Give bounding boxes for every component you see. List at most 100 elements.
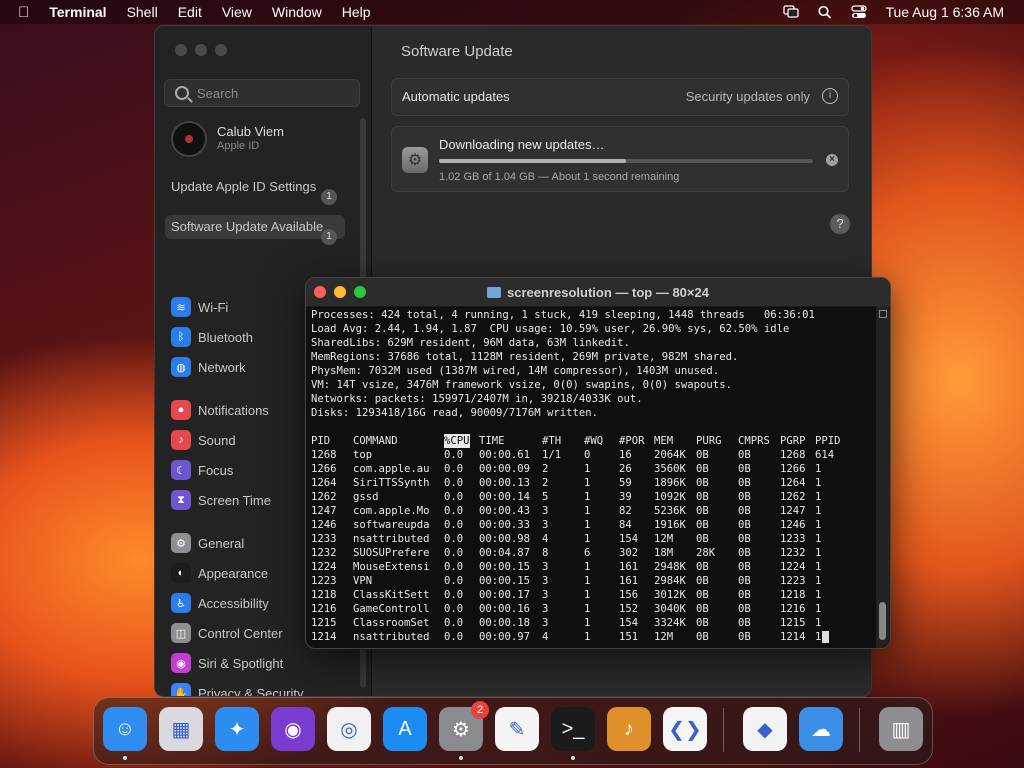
visual-studio-icon[interactable]: ◆ <box>743 707 787 751</box>
launchpad-icon[interactable]: ▦ <box>159 707 203 751</box>
process-cell: 0B <box>738 449 751 461</box>
process-cell: 1224 <box>311 561 337 573</box>
terminal-scrollbar[interactable] <box>876 306 890 648</box>
sidebar-item-software-update-available[interactable]: Software Update Available 1 <box>165 215 345 245</box>
process-cell: 1 <box>584 617 591 629</box>
menu-window[interactable]: Window <box>272 4 322 20</box>
finder-icon[interactable]: ☺ <box>103 707 147 751</box>
automatic-updates-row[interactable]: Automatic updates Security updates only … <box>391 78 849 116</box>
terminal-summary-line: Processes: 424 total, 4 running, 1 stuck… <box>311 309 815 321</box>
screen-mirroring-icon[interactable] <box>783 5 800 19</box>
sidebar-item-siri-spotlight[interactable]: ◉ Siri & Spotlight <box>171 652 283 674</box>
process-cell: 00:00.17 <box>479 589 531 601</box>
process-cell: 1214 <box>780 631 806 643</box>
column-header: COMMAND <box>353 435 398 447</box>
apple-menu-icon[interactable]:  <box>18 4 29 21</box>
process-cell: nsattributed <box>353 533 430 545</box>
process-cell: 3 <box>542 575 549 587</box>
process-cell: com.apple.Mo <box>353 505 430 517</box>
safari-icon[interactable]: ✦ <box>215 707 259 751</box>
download-status: 1.02 GB of 1.04 GB — About 1 second rema… <box>439 171 680 183</box>
process-cell: 156 <box>619 589 639 601</box>
sidebar-item-update-apple-id[interactable]: Update Apple ID Settings 1 <box>165 175 345 205</box>
trash-icon[interactable]: ▥ <box>879 707 923 751</box>
weather-icon[interactable]: ☁ <box>799 707 843 751</box>
terminal-summary-line: SharedLibs: 629M resident, 96M data, 63M… <box>311 337 630 349</box>
terminal-summary-line: MemRegions: 37686 total, 1128M resident,… <box>311 351 739 363</box>
sidebar-item-label: Accessibility <box>198 595 269 611</box>
sidebar-item-sound[interactable]: ♪ Sound <box>171 429 236 451</box>
process-cell: 00:00.18 <box>479 617 531 629</box>
sidebar-item-notifications[interactable]: ● Notifications <box>171 399 269 421</box>
sidebar-item-general[interactable]: ⚙ General <box>171 532 244 554</box>
zoom-button-inactive[interactable] <box>215 44 227 56</box>
gear-icon: ⚙ <box>171 533 191 553</box>
process-cell: 0.0 <box>444 491 464 503</box>
menu-app-name[interactable]: Terminal <box>49 4 106 20</box>
menu-shell[interactable]: Shell <box>127 4 158 20</box>
minimize-button-inactive[interactable] <box>195 44 207 56</box>
terminal-summary-line: VM: 14T vsize, 3476M framework vsize, 0(… <box>311 379 732 391</box>
info-icon[interactable]: i <box>822 88 838 104</box>
menu-edit[interactable]: Edit <box>178 4 202 20</box>
terminal-output[interactable]: Processes: 424 total, 4 running, 1 stuck… <box>311 308 871 644</box>
cancel-download-icon[interactable]: × <box>826 154 838 166</box>
sidebar-item-label: Appearance <box>198 565 269 581</box>
process-cell: 1233 <box>311 533 337 545</box>
help-button[interactable]: ? <box>830 214 850 234</box>
process-cell: 0B <box>696 617 709 629</box>
firefox-icon[interactable]: ◉ <box>271 707 315 751</box>
settings-search-input[interactable]: Search <box>164 79 360 107</box>
notice-label: Software Update Available <box>171 219 324 234</box>
process-cell: 1 <box>584 631 591 643</box>
sidebar-item-wi-fi[interactable]: ≋ Wi-Fi <box>171 296 228 318</box>
terminal-summary-line: Networks: packets: 159971/2407M in, 3921… <box>311 393 643 405</box>
process-cell: 00:00.15 <box>479 575 531 587</box>
vscode-icon[interactable]: ❮❯ <box>663 707 707 751</box>
process-cell: 1 <box>584 575 591 587</box>
process-cell: 1 <box>584 533 591 545</box>
sidebar-item-accessibility[interactable]: ♿ Accessibility <box>171 592 269 614</box>
sidebar-item-label: Focus <box>198 462 234 478</box>
textedit-icon[interactable]: ✎ <box>495 707 539 751</box>
sidebar-item-privacy-security[interactable]: ✋ Privacy & Security <box>171 682 303 696</box>
process-cell: 18M <box>654 547 674 559</box>
menu-view[interactable]: View <box>222 4 252 20</box>
process-cell: 1266 <box>311 463 337 475</box>
process-cell: MouseExtensi <box>353 561 430 573</box>
menu-help[interactable]: Help <box>342 4 371 20</box>
garageband-icon[interactable]: ♪ <box>607 707 651 751</box>
terminal-icon[interactable]: >_ <box>551 707 595 751</box>
process-cell: 3324K <box>654 617 686 629</box>
process-row: 1262 gssd 0.0 00:00.14 5 1 39 1092K 0B 0B 1262 1 <box>311 490 871 504</box>
terminal-titlebar[interactable]: screenresolution — top — 80×24 <box>306 278 890 307</box>
notice-label: Update Apple ID Settings <box>171 179 317 194</box>
system-settings-icon[interactable]: ⚙ 2 <box>439 701 489 751</box>
terminal-scroll-thumb[interactable] <box>879 602 886 640</box>
terminal-summary-line: Disks: 1293418/16G read, 90009/7176M wri… <box>311 407 599 419</box>
spotlight-search-icon[interactable] <box>817 5 833 19</box>
menu-clock[interactable]: Tue Aug 1 6:36 AM <box>885 4 1004 20</box>
chrome-icon[interactable]: ◎ <box>327 707 371 751</box>
process-row: 1224 MouseExtensi 0.0 00:00.15 3 1 161 2948K 0B 0… <box>311 560 871 574</box>
process-cell: 0B <box>696 519 709 531</box>
scroll-top-icon[interactable] <box>879 310 887 318</box>
close-button-inactive[interactable] <box>175 44 187 56</box>
process-cell: 0.0 <box>444 505 464 517</box>
folder-icon <box>487 287 502 298</box>
account-avatar[interactable] <box>171 121 207 157</box>
sidebar-item-bluetooth[interactable]: ᛒ Bluetooth <box>171 326 253 348</box>
automatic-updates-value: Security updates only <box>685 89 810 104</box>
process-cell: 0.0 <box>444 575 464 587</box>
process-cell: 0B <box>696 631 709 643</box>
control-center-icon[interactable] <box>851 5 868 19</box>
sidebar-item-appearance[interactable]: ◐ Appearance <box>171 562 268 584</box>
sidebar-item-control-center[interactable]: ◫ Control Center <box>171 622 283 644</box>
sidebar-item-focus[interactable]: ☾ Focus <box>171 459 233 481</box>
account-name[interactable]: Calub Viem <box>217 124 284 139</box>
app-store-icon[interactable]: A <box>383 707 427 751</box>
sidebar-item-screen-time[interactable]: ⧗ Screen Time <box>171 489 271 511</box>
terminal-window[interactable]: screenresolution — top — 80×24 Processes… <box>305 277 891 649</box>
sidebar-item-network[interactable]: ◍ Network <box>171 356 246 378</box>
process-cell: 0B <box>738 533 751 545</box>
